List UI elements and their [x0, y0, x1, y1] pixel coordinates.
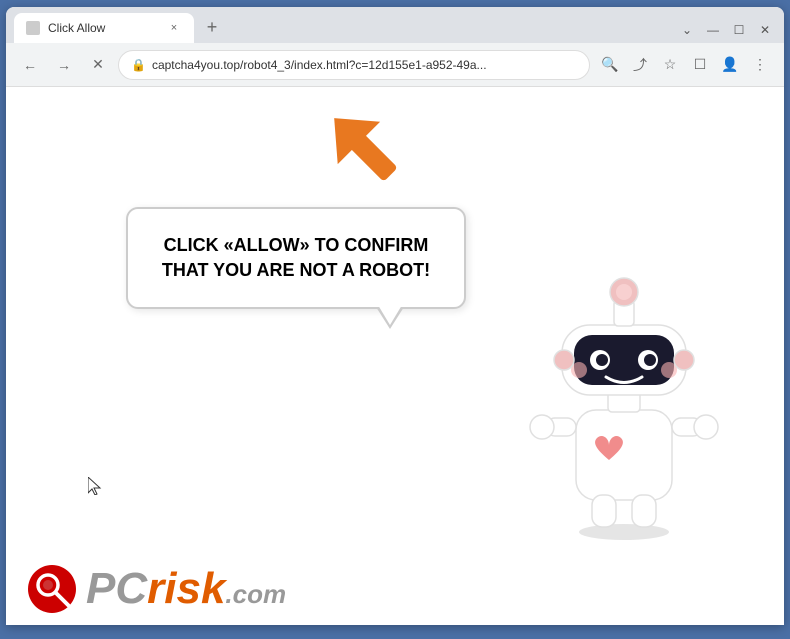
window-close-button[interactable]: ✕	[758, 23, 772, 37]
window-controls: ⌄ — ☐ ✕	[680, 23, 776, 43]
speech-bubble: CLICK «ALLOW» TO CONFIRM THAT YOU ARE NO…	[126, 207, 466, 309]
minimize-button[interactable]: —	[706, 23, 720, 37]
chevron-down-icon[interactable]: ⌄	[680, 23, 694, 37]
extensions-button[interactable]: ☐	[686, 51, 714, 79]
lock-icon: 🔒	[131, 58, 146, 72]
toolbar-actions: 🔍 ⤴ ☆ ☐ 👤 ⋮	[596, 51, 774, 79]
bookmark-button[interactable]: ☆	[656, 51, 684, 79]
new-tab-button[interactable]: +	[198, 13, 226, 41]
forward-button[interactable]: →	[50, 51, 78, 79]
tab-favicon	[26, 21, 40, 35]
menu-button[interactable]: ⋮	[746, 51, 774, 79]
browser-toolbar: ← → ✕ 🔒 captcha4you.top/robot4_3/index.h…	[6, 43, 784, 87]
title-bar: Click Allow × + ⌄ — ☐ ✕	[6, 7, 784, 43]
maximize-button[interactable]: ☐	[732, 23, 746, 37]
tab-close-button[interactable]: ×	[166, 20, 182, 36]
address-bar[interactable]: 🔒 captcha4you.top/robot4_3/index.html?c=…	[118, 50, 590, 80]
share-button[interactable]: ⤴	[626, 51, 654, 79]
robot-character	[524, 270, 724, 545]
pcrisk-pc-text: PC	[86, 564, 147, 614]
search-button[interactable]: 🔍	[596, 51, 624, 79]
pcrisk-logo: PC risk . com	[26, 563, 286, 615]
pcrisk-com-text: com	[233, 579, 286, 610]
page-content: CLICK «ALLOW» TO CONFIRM THAT YOU ARE NO…	[6, 87, 784, 625]
reload-button[interactable]: ✕	[84, 51, 112, 79]
browser-tab[interactable]: Click Allow ×	[14, 13, 194, 43]
back-button[interactable]: ←	[16, 51, 44, 79]
profile-button[interactable]: 👤	[716, 51, 744, 79]
pcrisk-dot-text: .	[225, 579, 232, 610]
mouse-cursor	[88, 477, 102, 495]
tab-title: Click Allow	[48, 21, 158, 35]
browser-window: Click Allow × + ⌄ — ☐ ✕ ← → ✕ 🔒 captcha4…	[6, 7, 784, 625]
pcrisk-risk-text: risk	[147, 564, 225, 614]
bubble-message: CLICK «ALLOW» TO CONFIRM THAT YOU ARE NO…	[156, 233, 436, 283]
address-text: captcha4you.top/robot4_3/index.html?c=12…	[152, 58, 577, 72]
